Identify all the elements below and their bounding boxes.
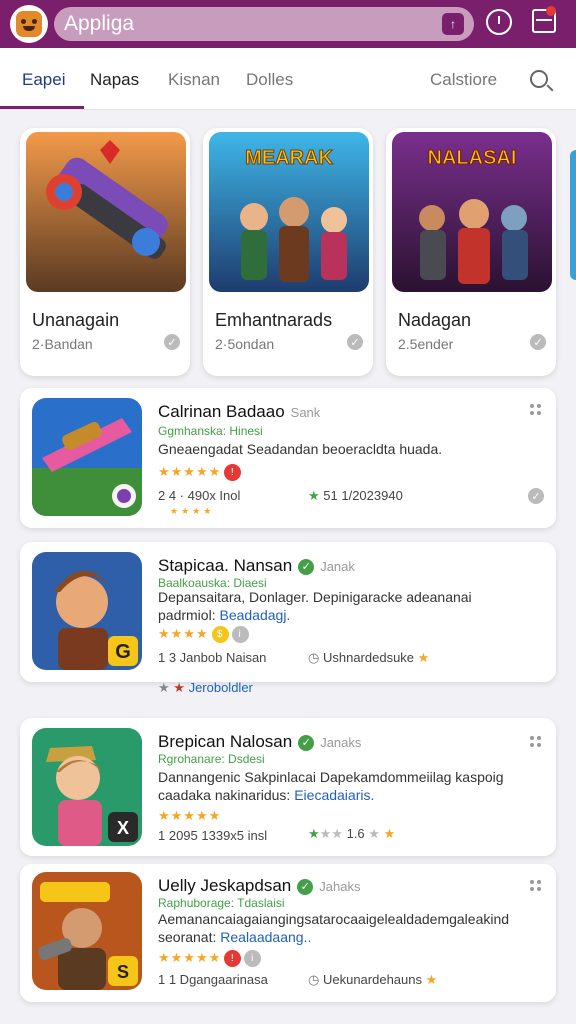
info-icon[interactable]: i bbox=[244, 950, 262, 968]
app-logo-icon[interactable] bbox=[10, 5, 48, 43]
game-art bbox=[26, 132, 186, 292]
featured-card[interactable]: NALASAI Nadagan 2.5ender ✓ bbox=[386, 128, 556, 376]
rating-stars: ★★★★ $ i bbox=[158, 626, 249, 644]
badge-icon: ! bbox=[224, 464, 242, 482]
app-subtitle: Rgrohanare: Dsdesi bbox=[158, 752, 265, 766]
app-meta: 1 3 Janbob Naisan bbox=[158, 650, 267, 665]
app-tag: Jahaks bbox=[319, 879, 361, 894]
check-icon: ✓ bbox=[530, 334, 546, 350]
app-description: Gneaengadat Seadandan beoeracldta huada. bbox=[158, 441, 443, 457]
badge-icon: ! bbox=[224, 950, 242, 968]
app-icon: S bbox=[32, 872, 142, 990]
rating-stars: ★★★★★ bbox=[158, 808, 222, 823]
art-banner: MEARAK bbox=[245, 147, 333, 169]
app-icon: X bbox=[32, 728, 142, 846]
app-description: Aemanancaiagaiangingsatarocaaigelealdade… bbox=[158, 911, 510, 945]
app-icon bbox=[32, 398, 142, 516]
verified-icon: ✓ bbox=[298, 734, 315, 751]
app-meta-right: ★ 51 1/2023940 bbox=[308, 488, 403, 503]
featured-card[interactable]: MEARAK Emhantnarads 2·5ondan ✓ bbox=[203, 128, 373, 376]
app-icon: G bbox=[32, 552, 142, 670]
app-title: Calrinan Badaao bbox=[158, 402, 285, 421]
active-tab-indicator bbox=[0, 106, 84, 109]
svg-text:G: G bbox=[115, 641, 131, 663]
check-icon: ✓ bbox=[164, 334, 180, 350]
tab-eapei[interactable]: Eapei bbox=[22, 70, 65, 90]
app-name: Unanagain bbox=[32, 310, 120, 330]
game-art: MEARAK bbox=[209, 132, 369, 292]
app-meta: 1 2095 1339x5 insl bbox=[158, 828, 268, 843]
app-meta: 1 1 Dgangaarinasa bbox=[158, 972, 268, 987]
more-options-icon[interactable] bbox=[530, 404, 542, 416]
tab-kisnan[interactable]: Kisnan bbox=[168, 70, 220, 90]
game-art: NALASAI bbox=[392, 132, 552, 292]
check-icon: ✓ bbox=[528, 488, 544, 504]
list-item[interactable]: Calrinan Badaao Sank Ggmhanska: Hinesi Gn… bbox=[20, 388, 556, 528]
search-bar[interactable]: Appliga ↑ bbox=[54, 7, 474, 41]
svg-text:X: X bbox=[117, 818, 129, 838]
list-item[interactable]: G Stapicaa. Nansan ✓ Janak Baalkoauska: Di… bbox=[20, 542, 556, 682]
app-meta-right: ◷ Ushnardedsuke ★ bbox=[308, 650, 430, 665]
app-title: Uelly Jeskapdsan bbox=[158, 876, 292, 895]
tab-calstiore[interactable]: Calstiore bbox=[430, 70, 497, 90]
app-description: Depansaitara, Donlager. Depinigaracke ad… bbox=[158, 589, 472, 623]
app-tag: Janak bbox=[320, 559, 355, 574]
verified-icon: ✓ bbox=[297, 878, 314, 895]
coin-icon: $ bbox=[211, 626, 229, 644]
list-item[interactable]: X Brepican Nalosan ✓ Janaks Rgrohanare: Ds… bbox=[20, 718, 556, 856]
read-more-link[interactable]: Eiecadaiaris. bbox=[294, 787, 374, 803]
tab-napas[interactable]: Napas bbox=[90, 70, 139, 90]
app-description: Dannangenic Sakpinlacai Dapekamdommeiila… bbox=[158, 769, 504, 803]
check-icon: ✓ bbox=[347, 334, 363, 350]
mini-rating: ★★★★ bbox=[170, 506, 215, 516]
read-more-link[interactable]: Beadadagj. bbox=[219, 607, 290, 623]
info-icon[interactable]: i bbox=[231, 626, 249, 644]
rating-stars: ★★★★★! i bbox=[158, 950, 262, 968]
app-meta: 2 4 · 490x Inol bbox=[158, 488, 241, 503]
notification-badge bbox=[546, 6, 556, 16]
history-icon[interactable] bbox=[486, 9, 512, 35]
rating-stars: ★★★★★! bbox=[158, 464, 242, 482]
app-title: Appliga bbox=[64, 12, 135, 35]
share-icon[interactable]: ↑ bbox=[442, 13, 464, 35]
more-options-icon[interactable] bbox=[530, 880, 542, 892]
app-tag: Sank bbox=[290, 405, 321, 420]
app-meta-right: ◷ Uekunardehauns ★ bbox=[308, 972, 438, 987]
app-tag: Janaks bbox=[320, 735, 362, 750]
featured-card[interactable]: Unanagain 2·Bandan ✓ bbox=[20, 128, 190, 376]
app-title: Brepican Nalosan bbox=[158, 732, 293, 751]
app-meta-right: ★★★ 1.6 ★ ★ bbox=[308, 826, 396, 841]
download-count: 2·5ondan bbox=[215, 336, 275, 352]
app-name: Nadagan bbox=[398, 310, 472, 330]
read-more-link[interactable]: Realaadaang.. bbox=[220, 929, 311, 945]
verified-icon: ✓ bbox=[298, 558, 315, 575]
featured-card-peek[interactable] bbox=[570, 150, 576, 280]
tab-bar: Eapei Napas Kisnan Dolles Calstiore bbox=[0, 48, 576, 110]
download-count: 2.5ender bbox=[398, 336, 454, 352]
top-bar: Appliga ↑ bbox=[0, 0, 576, 48]
list-item[interactable]: S Uelly Jeskapdsan ✓ Jahaks Raphuborage: T… bbox=[20, 864, 556, 1002]
floating-link[interactable]: ★ ★ Jeroboldler bbox=[158, 680, 253, 696]
more-options-icon[interactable] bbox=[530, 736, 542, 748]
art-banner: NALASAI bbox=[428, 147, 517, 169]
svg-text:S: S bbox=[117, 962, 129, 982]
app-subtitle: Ggmhanska: Hinesi bbox=[158, 424, 263, 438]
app-title: Stapicaa. Nansan bbox=[158, 556, 293, 575]
tab-dolles[interactable]: Dolles bbox=[246, 70, 293, 90]
download-count: 2·Bandan bbox=[32, 336, 93, 352]
app-name: Emhantnarads bbox=[215, 310, 333, 330]
search-icon[interactable] bbox=[530, 70, 548, 88]
app-subtitle: Raphuborage: Tdaslaisi bbox=[158, 896, 285, 910]
